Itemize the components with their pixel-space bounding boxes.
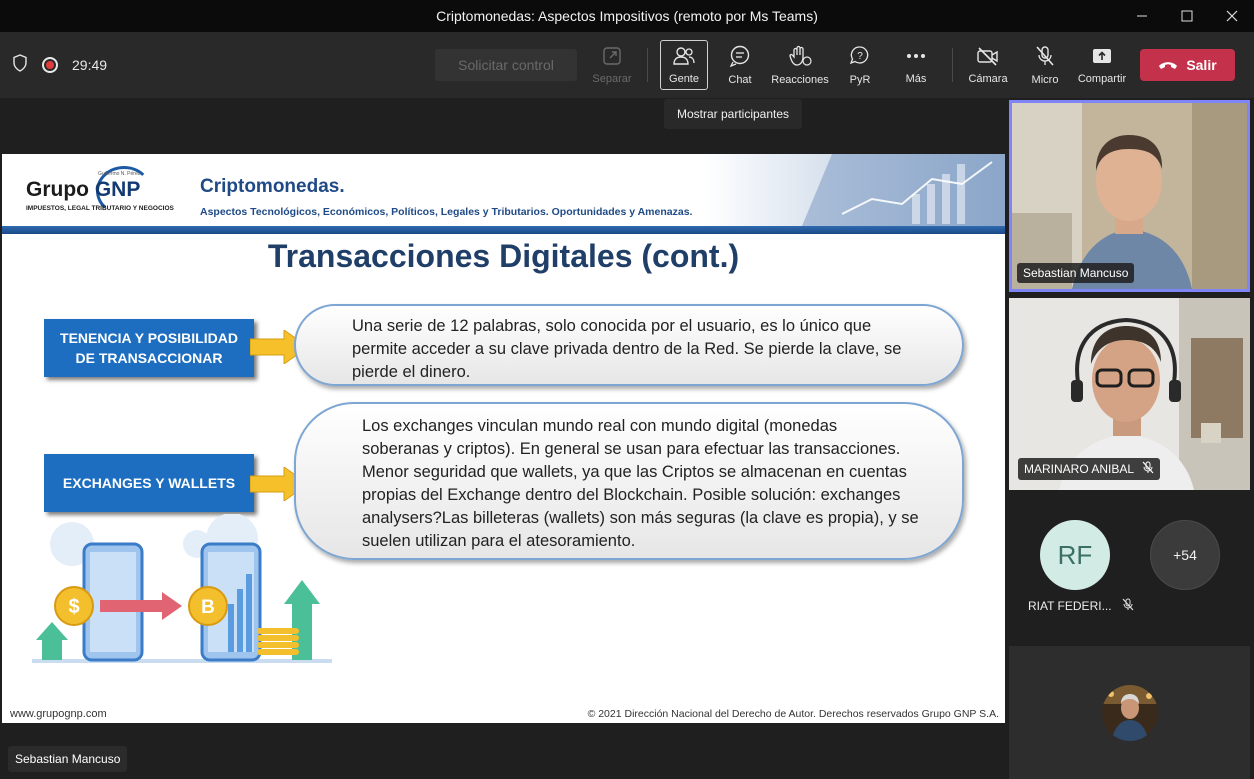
svg-text:$: $ — [68, 596, 79, 618]
meeting-timer: 29:49 — [72, 57, 108, 73]
crypto-illustration: $ B — [32, 514, 332, 663]
leave-label: Salir — [1186, 57, 1217, 73]
participant-name: Sebastian Mancuso — [1023, 266, 1129, 280]
company-logo: Guillermo N. Pérez Grupo GNP IMPUESTOS, … — [26, 166, 174, 222]
label-exchanges: EXCHANGES Y WALLETS — [44, 454, 254, 512]
slide-header: Guillermo N. Pérez Grupo GNP IMPUESTOS, … — [2, 154, 1005, 226]
label-line: TENENCIA Y POSIBILIDAD — [60, 330, 238, 346]
share-label: Compartir — [1077, 72, 1127, 85]
qa-button[interactable]: ? PyR — [842, 40, 878, 90]
avatar-initials: RF — [1057, 539, 1093, 570]
text-bubble: Los exchanges vinculan mundo real con mu… — [294, 402, 964, 560]
slide-header-subtitle: Aspectos Tecnológicos, Económicos, Polít… — [200, 206, 693, 218]
logo-main-text: Grupo GNP — [26, 178, 140, 202]
meeting-status: 29:49 — [12, 32, 107, 98]
logo-small-text: Guillermo N. Pérez — [98, 171, 141, 177]
camera-button[interactable]: Cámara — [966, 40, 1010, 90]
people-icon — [672, 46, 696, 69]
bubble-line: propias del Exchange dentro del Blockcha… — [362, 486, 901, 504]
more-participants-count: +54 — [1173, 547, 1197, 563]
more-icon — [905, 46, 927, 69]
chat-button[interactable]: Chat — [720, 40, 760, 90]
shared-screen-slide: Guillermo N. Pérez Grupo GNP IMPUESTOS, … — [2, 154, 1005, 723]
participant-video-marinaro[interactable]: MARINARO ANIBAL — [1009, 298, 1250, 490]
camera-off-icon — [976, 46, 1000, 69]
logo-subtitle: IMPUESTOS, LEGAL TRIBUTARIO Y NEGOCIOS — [26, 205, 174, 212]
reactions-label: Reacciones — [771, 73, 829, 86]
people-button[interactable]: Gente — [660, 40, 708, 90]
chat-icon — [729, 45, 751, 70]
bubble-line: Los exchanges vinculan mundo real con mu… — [362, 417, 838, 435]
meeting-toolbar: 29:49 Solicitar control Separar Gente Ch… — [0, 32, 1254, 98]
participants-gallery: Sebastian Mancuso MARINARO ANIBAL RF RIA… — [1007, 98, 1254, 779]
participant-tile-bottom[interactable] — [1009, 646, 1250, 779]
participant-name: RIAT FEDERI... — [1028, 599, 1112, 613]
share-button[interactable]: Compartir — [1074, 40, 1130, 90]
participant-avatar-rf[interactable]: RF — [1040, 520, 1110, 590]
bubble-line: Menor seguridad que wallets, ya que las … — [362, 463, 907, 481]
pop-out-label: Separar — [592, 72, 632, 85]
mic-off-icon — [1142, 461, 1154, 477]
more-label: Más — [905, 72, 927, 85]
window-titlebar: Criptomonedas: Aspectos Impositivos (rem… — [0, 0, 1254, 32]
bubble-line: permite acceder a su clave privada dentr… — [352, 340, 902, 358]
presenter-name-tag: Sebastian Mancuso — [8, 746, 128, 772]
label-line: EXCHANGES Y WALLETS — [62, 475, 236, 491]
maximize-icon[interactable] — [1164, 0, 1209, 32]
chart-decoration-icon — [802, 154, 1005, 226]
bubble-line: suelen utilizan para el atesoramiento. — [362, 532, 636, 550]
reactions-button[interactable]: Reacciones — [770, 40, 830, 90]
minimize-icon[interactable] — [1119, 0, 1164, 32]
bubble-line: analysers?Las billeteras (wallets) son m… — [362, 509, 919, 527]
share-icon — [1091, 46, 1113, 69]
label-tenencia: TENENCIA Y POSIBILIDAD DE TRANSACCIONAR — [44, 319, 254, 377]
mic-off-icon — [1034, 45, 1056, 70]
participant-name-tag: MARINARO ANIBAL — [1018, 458, 1161, 480]
qa-label: PyR — [849, 73, 871, 86]
label-line: DE TRANSACCIONAR — [75, 350, 223, 366]
chat-label: Chat — [728, 73, 752, 86]
tooltip: Mostrar participantes — [664, 99, 802, 129]
pop-out-icon — [602, 46, 622, 69]
svg-text:B: B — [201, 597, 215, 618]
camera-label: Cámara — [968, 72, 1008, 85]
request-control-button[interactable]: Solicitar control — [435, 49, 577, 81]
participant-name-rf: RIAT FEDERI... — [1028, 598, 1134, 614]
slide-header-title: Criptomonedas. — [200, 176, 345, 197]
pop-out-button[interactable]: Separar — [590, 40, 634, 90]
recording-icon — [42, 57, 58, 73]
slide-title: Transacciones Digitales (cont.) — [267, 238, 740, 274]
text-bubble: Una serie de 12 palabras, solo conocida … — [294, 304, 964, 386]
participant-video-sebastian[interactable]: Sebastian Mancuso — [1009, 100, 1250, 292]
svg-text:?: ? — [857, 51, 863, 62]
more-button[interactable]: Más — [896, 40, 936, 90]
window-title: Criptomonedas: Aspectos Impositivos (rem… — [436, 8, 818, 24]
hang-up-icon — [1158, 57, 1178, 73]
bubble-line: Una serie de 12 palabras, solo conocida … — [352, 317, 872, 335]
mic-button[interactable]: Micro — [1026, 40, 1064, 90]
question-icon: ? — [849, 45, 871, 70]
toolbar-divider — [647, 48, 648, 82]
window-controls — [1119, 0, 1254, 32]
slide-footer-website: www.grupognp.com — [10, 708, 107, 720]
logo-brand: GNP — [94, 178, 141, 201]
participant-name: MARINARO ANIBAL — [1024, 462, 1135, 476]
participant-avatar-photo — [1102, 685, 1158, 741]
slide-footer-copyright: © 2021 Dirección Nacional del Derecho de… — [587, 708, 999, 720]
bubble-line: soberanas y criptos). En general se usan… — [362, 440, 901, 458]
participant-name-tag: Sebastian Mancuso — [1017, 263, 1135, 283]
people-label: Gente — [669, 72, 699, 85]
participant-video-frame — [1012, 103, 1247, 289]
toolbar-divider — [952, 48, 953, 82]
mic-label: Micro — [1031, 73, 1059, 86]
shield-icon — [12, 53, 28, 77]
leave-button[interactable]: Salir — [1140, 49, 1235, 81]
more-participants-button[interactable]: +54 — [1150, 520, 1220, 590]
header-bar — [2, 226, 1005, 234]
raise-hand-icon — [788, 45, 812, 70]
close-icon[interactable] — [1209, 0, 1254, 32]
mic-off-icon — [1122, 598, 1134, 614]
bubble-line: pierde el dinero. — [352, 363, 471, 381]
logo-word: Grupo — [26, 178, 89, 201]
